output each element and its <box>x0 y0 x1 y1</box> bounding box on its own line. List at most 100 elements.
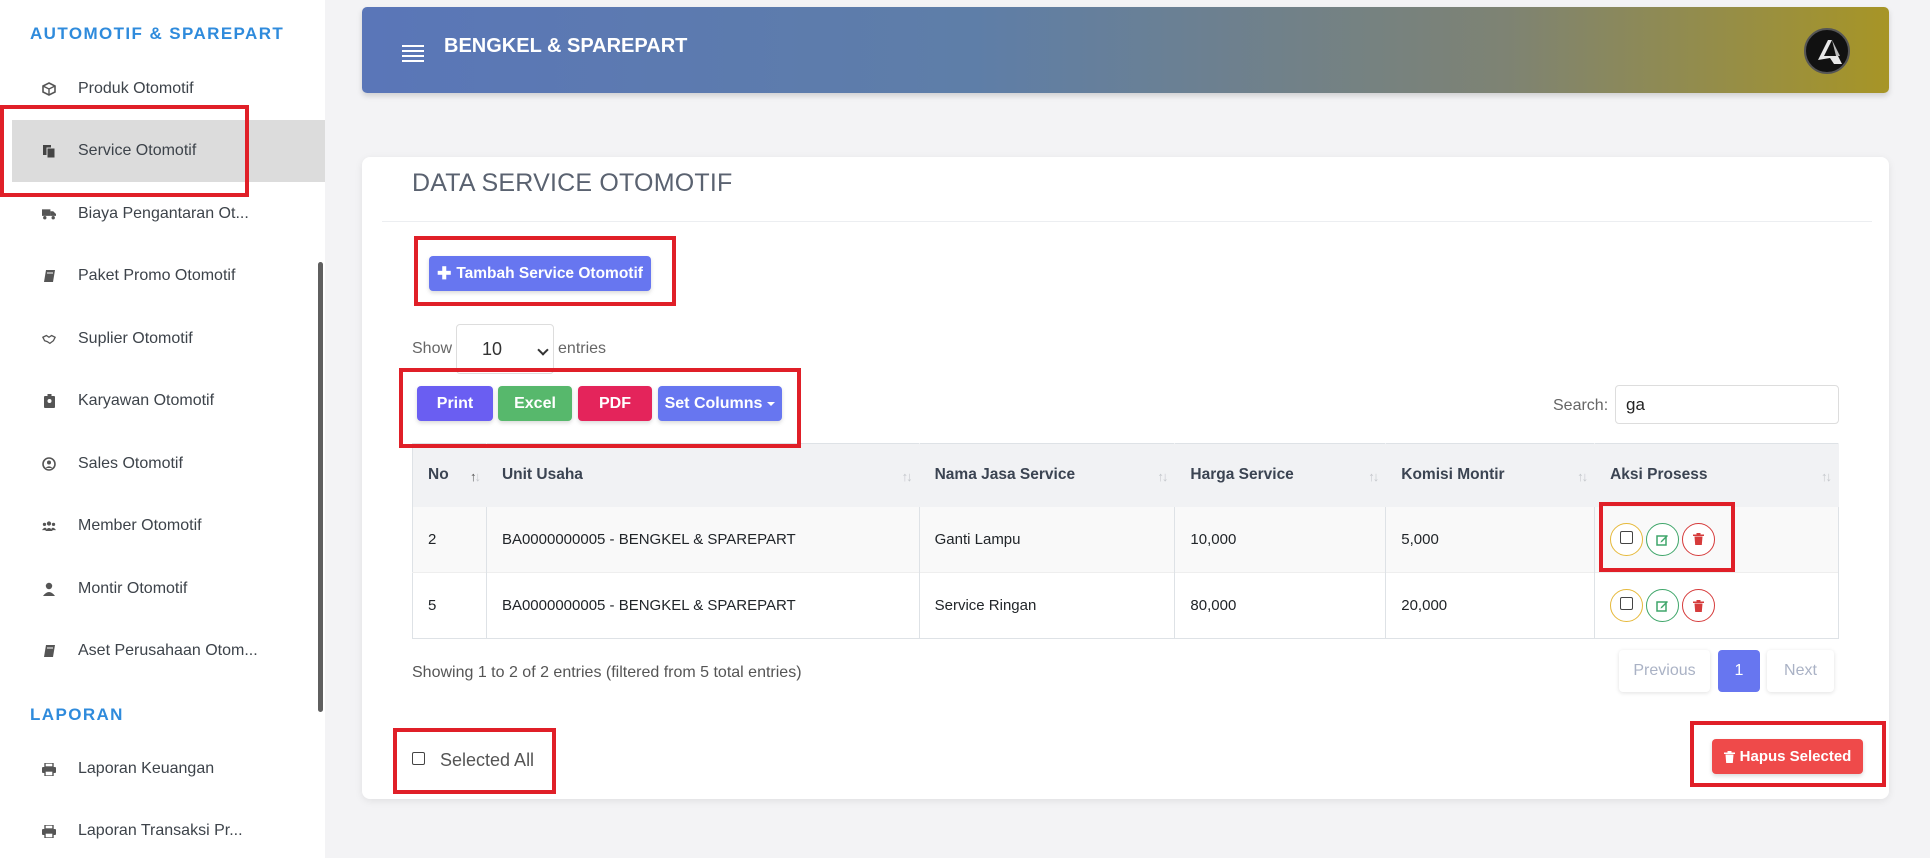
set-columns-button[interactable]: Set Columns <box>658 386 782 421</box>
pdf-button[interactable]: PDF <box>578 386 652 421</box>
sidebar-item-label: Laporan Keuangan <box>78 760 215 777</box>
sidebar-item-label: Laporan Transaksi Pr... <box>78 822 243 839</box>
sort-icon: ↑↓ <box>1577 469 1588 484</box>
entries-length-value: 10 <box>482 338 503 359</box>
col-header-nama-jasa[interactable]: Nama Jasa Service ↑↓ <box>919 443 1176 507</box>
col-header-unit-usaha[interactable]: Unit Usaha ↑↓ <box>486 443 920 507</box>
sidebar-item-label: Produk Otomotif <box>78 80 194 97</box>
table-header-row: No ↑↓ Unit Usaha ↑↓ Nama Jasa Service ↑↓ Ha… <box>412 443 1839 507</box>
data-service-card: DATA SERVICE OTOMOTIF ✚ Tambah Service O… <box>362 157 1889 799</box>
add-service-button[interactable]: ✚ Tambah Service Otomotif <box>429 256 651 291</box>
sidebar-item-label: Montir Otomotif <box>78 580 188 597</box>
length-control: Show 10 entries <box>412 324 606 374</box>
sidebar-item-karyawan[interactable]: Karyawan Otomotif <box>0 370 325 432</box>
users-icon <box>42 519 56 533</box>
sidebar: AUTOMOTIF & SPAREPART Produk Otomotif Se… <box>0 0 325 858</box>
col-header-no[interactable]: No ↑↓ <box>412 443 487 507</box>
add-service-label: Tambah Service Otomotif <box>456 264 643 282</box>
top-navbar: BENGKEL & SPAREPART <box>362 7 1889 93</box>
entries-label: entries <box>558 340 607 357</box>
col-header-harga[interactable]: Harga Service ↑↓ <box>1174 443 1387 507</box>
sort-icon: ↑↓ <box>469 469 481 484</box>
edit-button[interactable] <box>1646 522 1680 556</box>
menu-toggle-icon[interactable] <box>402 45 424 62</box>
sidebar-item-service[interactable]: Service Otomotif <box>12 120 325 182</box>
pagination-previous[interactable]: Previous <box>1619 650 1710 692</box>
sidebar-item-produk[interactable]: Produk Otomotif <box>0 58 325 120</box>
edit-icon <box>1656 534 1669 546</box>
select-all-checkbox[interactable] <box>412 752 425 765</box>
print-icon <box>42 824 56 838</box>
sidebar-item-label: Karyawan Otomotif <box>78 392 215 409</box>
select-all-label: Selected All <box>440 750 535 770</box>
col-header-komisi[interactable]: Komisi Montir ↑↓ <box>1385 443 1596 507</box>
set-columns-label: Set Columns <box>664 394 763 412</box>
sort-icon: ↑↓ <box>1157 469 1168 484</box>
checkbox-icon <box>1620 597 1634 610</box>
sidebar-item-label: Aset Perusahaan Otom... <box>78 642 258 659</box>
excel-button[interactable]: Excel <box>498 386 572 421</box>
table-row: 2 BA0000000005 - BENGKEL & SPAREPART Gan… <box>412 506 1839 573</box>
pagination-page-1[interactable]: 1 <box>1718 650 1760 692</box>
sidebar-item-label: Paket Promo Otomotif <box>78 267 236 284</box>
cell-nama-jasa: Service Ringan <box>919 572 1176 639</box>
sidebar-item-suplier[interactable]: Suplier Otomotif <box>0 308 325 370</box>
cell-unit-usaha: BA0000000005 - BENGKEL & SPAREPART <box>486 572 920 639</box>
sidebar-item-biaya[interactable]: Biaya Pengantaran Ot... <box>0 183 325 245</box>
sidebar-heading-automotif: AUTOMOTIF & SPAREPART <box>30 24 285 43</box>
sidebar-item-paket-promo[interactable]: Paket Promo Otomotif <box>0 245 325 307</box>
sidebar-item-aset[interactable]: Aset Perusahaan Otom... <box>0 620 325 682</box>
caret-down-icon <box>767 401 776 406</box>
chevron-down-icon <box>537 344 549 356</box>
sidebar-item-label: Member Otomotif <box>78 517 202 534</box>
row-select-checkbox[interactable] <box>1610 522 1644 556</box>
sidebar-item-member[interactable]: Member Otomotif <box>0 495 325 557</box>
copy-icon <box>42 144 56 158</box>
cell-unit-usaha: BA0000000005 - BENGKEL & SPAREPART <box>486 506 920 573</box>
user-avatar-logo[interactable] <box>1804 28 1850 74</box>
checkbox-icon <box>1620 530 1634 544</box>
select-all-control[interactable]: Selected All <box>412 750 534 771</box>
hapus-selected-label: Hapus Selected <box>1739 748 1852 765</box>
cell-nama-jasa: Ganti Lampu <box>919 506 1176 573</box>
sort-icon: ↑↓ <box>1368 469 1379 484</box>
trash-icon <box>1693 599 1705 612</box>
sort-icon: ↑↓ <box>1821 469 1832 484</box>
entries-length-select[interactable]: 10 <box>456 324 555 374</box>
sidebar-item-montir[interactable]: Montir Otomotif <box>0 558 325 620</box>
sidebar-item-label: Biaya Pengantaran Ot... <box>78 205 249 222</box>
divider <box>382 221 1872 222</box>
trash-icon <box>1693 533 1705 546</box>
pagination-next[interactable]: Next <box>1767 650 1834 692</box>
cell-no: 5 <box>412 572 487 639</box>
sidebar-item-laporan-transaksi[interactable]: Laporan Transaksi Pr... <box>0 800 325 858</box>
sidebar-item-sales[interactable]: Sales Otomotif <box>0 433 325 495</box>
book-icon <box>42 644 56 658</box>
search-input[interactable] <box>1615 385 1839 424</box>
cell-aksi <box>1594 506 1839 573</box>
handshake-icon <box>42 332 56 346</box>
sidebar-item-label: Sales Otomotif <box>78 455 183 472</box>
cell-aksi <box>1594 572 1839 639</box>
cell-harga: 10,000 <box>1174 506 1387 573</box>
delete-button[interactable] <box>1682 589 1716 622</box>
edit-icon <box>1656 601 1669 612</box>
sidebar-scrollbar[interactable] <box>318 262 323 712</box>
user-circle-icon <box>42 457 56 471</box>
delete-button[interactable] <box>1682 522 1716 556</box>
print-icon <box>42 762 56 776</box>
sidebar-heading-laporan: LAPORAN <box>30 705 124 724</box>
table-info: Showing 1 to 2 of 2 entries (filtered fr… <box>412 664 802 681</box>
edit-button[interactable] <box>1646 589 1680 622</box>
col-header-aksi[interactable]: Aksi Prosess ↑↓ <box>1594 443 1839 507</box>
sidebar-item-laporan-keuangan[interactable]: Laporan Keuangan <box>0 738 325 800</box>
row-select-checkbox[interactable] <box>1610 589 1644 622</box>
page-title: DATA SERVICE OTOMOTIF <box>412 169 733 197</box>
sidebar-item-label: Service Otomotif <box>78 142 197 159</box>
hapus-selected-button[interactable]: Hapus Selected <box>1712 739 1863 774</box>
trash-icon <box>1723 750 1735 763</box>
table-row: 5 BA0000000005 - BENGKEL & SPAREPART Ser… <box>412 572 1839 639</box>
brand-title: BENGKEL & SPAREPART <box>444 35 688 57</box>
print-button[interactable]: Print <box>417 386 493 421</box>
user-icon <box>42 582 56 596</box>
